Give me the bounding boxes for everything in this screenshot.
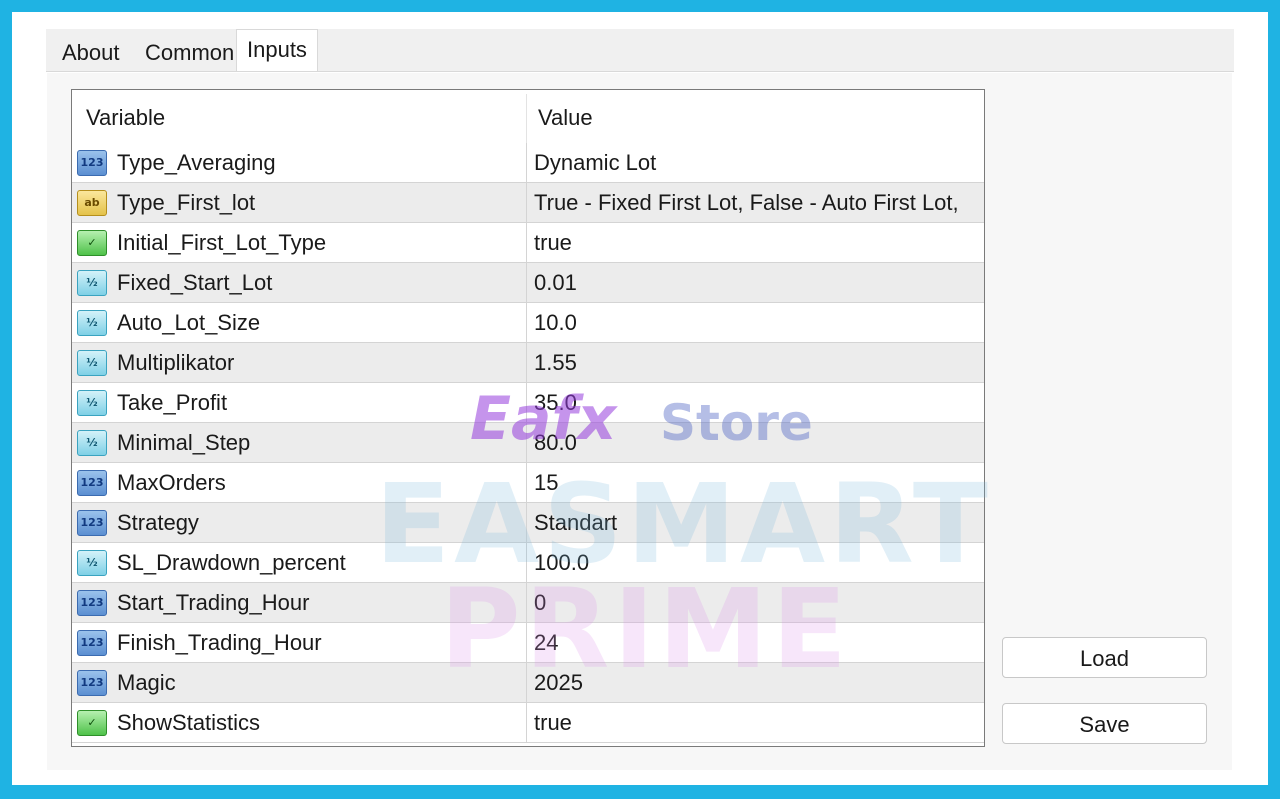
bool-icon: ✓ xyxy=(77,230,107,256)
header-divider xyxy=(526,94,527,143)
variable-name: Initial_First_Lot_Type xyxy=(117,230,327,255)
table-row[interactable]: ✓ Initial_First_Lot_Type true xyxy=(72,223,984,263)
table-row[interactable]: 123 Magic 2025 xyxy=(72,663,984,703)
cell-divider xyxy=(526,383,527,423)
cell-divider xyxy=(526,663,527,703)
column-header-value[interactable]: Value xyxy=(538,90,593,143)
variable-value[interactable]: 2025 xyxy=(534,663,583,703)
int-icon: 123 xyxy=(77,670,107,696)
variable-name: Type_First_lot xyxy=(117,190,256,215)
cell-divider xyxy=(526,143,527,183)
variable-name: Take_Profit xyxy=(117,390,228,415)
table-row[interactable]: 123 MaxOrders 15 xyxy=(72,463,984,503)
variable-value[interactable]: Standart xyxy=(534,503,617,543)
int-icon: 123 xyxy=(77,510,107,536)
variable-value[interactable]: 24 xyxy=(534,623,558,663)
variable-value[interactable]: true xyxy=(534,703,572,743)
double-icon: ½ xyxy=(77,350,107,376)
table-row[interactable]: ½ Minimal_Step 80.0 xyxy=(72,423,984,463)
save-button[interactable]: Save xyxy=(1002,703,1207,744)
table-row[interactable]: 123 Strategy Standart xyxy=(72,503,984,543)
string-icon: ab xyxy=(77,190,107,216)
variable-name: Multiplikator xyxy=(117,350,235,375)
inputs-grid: Variable Value 123 Type_Averaging Dynamic … xyxy=(71,89,985,747)
table-row[interactable]: ab Type_First_lot True - Fixed First Lot, … xyxy=(72,183,984,223)
int-icon: 123 xyxy=(77,630,107,656)
table-row[interactable]: 123 Type_Averaging Dynamic Lot xyxy=(72,143,984,183)
variable-name: Strategy xyxy=(117,510,199,535)
table-row[interactable]: 123 Finish_Trading_Hour 24 xyxy=(72,623,984,663)
variable-value[interactable]: 10.0 xyxy=(534,303,577,343)
cell-divider xyxy=(526,343,527,383)
cell-divider xyxy=(526,183,527,223)
variable-name: Start_Trading_Hour xyxy=(117,590,310,615)
cell-divider xyxy=(526,503,527,543)
variable-value[interactable]: 1.55 xyxy=(534,343,577,383)
cell-divider xyxy=(526,583,527,623)
variable-name: Fixed_Start_Lot xyxy=(117,270,273,295)
cell-divider xyxy=(526,623,527,663)
variable-name: Auto_Lot_Size xyxy=(117,310,261,335)
cell-divider xyxy=(526,303,527,343)
variable-value[interactable]: 100.0 xyxy=(534,543,589,583)
table-row[interactable]: ½ SL_Drawdown_percent 100.0 xyxy=(72,543,984,583)
table-row[interactable]: 123 Start_Trading_Hour 0 xyxy=(72,583,984,623)
tab-about[interactable]: About xyxy=(52,33,130,71)
variable-name: ShowStatistics xyxy=(117,710,261,735)
variable-name: Magic xyxy=(117,670,176,695)
int-icon: 123 xyxy=(77,470,107,496)
cell-divider xyxy=(526,703,527,743)
table-row[interactable]: ½ Auto_Lot_Size 10.0 xyxy=(72,303,984,343)
variable-value[interactable]: 0 xyxy=(534,583,546,623)
variable-value[interactable]: Dynamic Lot xyxy=(534,143,656,183)
table-row[interactable]: ½ Multiplikator 1.55 xyxy=(72,343,984,383)
int-icon: 123 xyxy=(77,590,107,616)
table-row[interactable]: ✓ ShowStatistics true xyxy=(72,703,984,743)
variable-name: SL_Drawdown_percent xyxy=(117,550,346,575)
cell-divider xyxy=(526,463,527,503)
variable-value[interactable]: 35.0 xyxy=(534,383,577,423)
cell-divider xyxy=(526,423,527,463)
tab-bar: About Common Inputs xyxy=(46,29,1234,73)
variable-value[interactable]: 15 xyxy=(534,463,558,503)
variable-value[interactable]: 0.01 xyxy=(534,263,577,303)
grid-header: Variable Value xyxy=(72,90,984,143)
variable-value[interactable]: True - Fixed First Lot, False - Auto Fir… xyxy=(534,183,959,223)
table-row[interactable]: ½ Fixed_Start_Lot 0.01 xyxy=(72,263,984,303)
tab-inputs[interactable]: Inputs xyxy=(236,29,318,73)
cell-divider xyxy=(526,223,527,263)
variable-name: Type_Averaging xyxy=(117,150,276,175)
column-header-variable[interactable]: Variable xyxy=(86,90,165,143)
variable-name: Finish_Trading_Hour xyxy=(117,630,322,655)
double-icon: ½ xyxy=(77,310,107,336)
cell-divider xyxy=(526,263,527,303)
double-icon: ½ xyxy=(77,430,107,456)
double-icon: ½ xyxy=(77,390,107,416)
int-icon: 123 xyxy=(77,150,107,176)
variable-value[interactable]: 80.0 xyxy=(534,423,577,463)
double-icon: ½ xyxy=(77,550,107,576)
load-button[interactable]: Load xyxy=(1002,637,1207,678)
double-icon: ½ xyxy=(77,270,107,296)
tab-common[interactable]: Common xyxy=(135,33,244,71)
variable-name: MaxOrders xyxy=(117,470,226,495)
bool-icon: ✓ xyxy=(77,710,107,736)
table-row[interactable]: ½ Take_Profit 35.0 xyxy=(72,383,984,423)
variable-name: Minimal_Step xyxy=(117,430,251,455)
cell-divider xyxy=(526,543,527,583)
variable-value[interactable]: true xyxy=(534,223,572,263)
